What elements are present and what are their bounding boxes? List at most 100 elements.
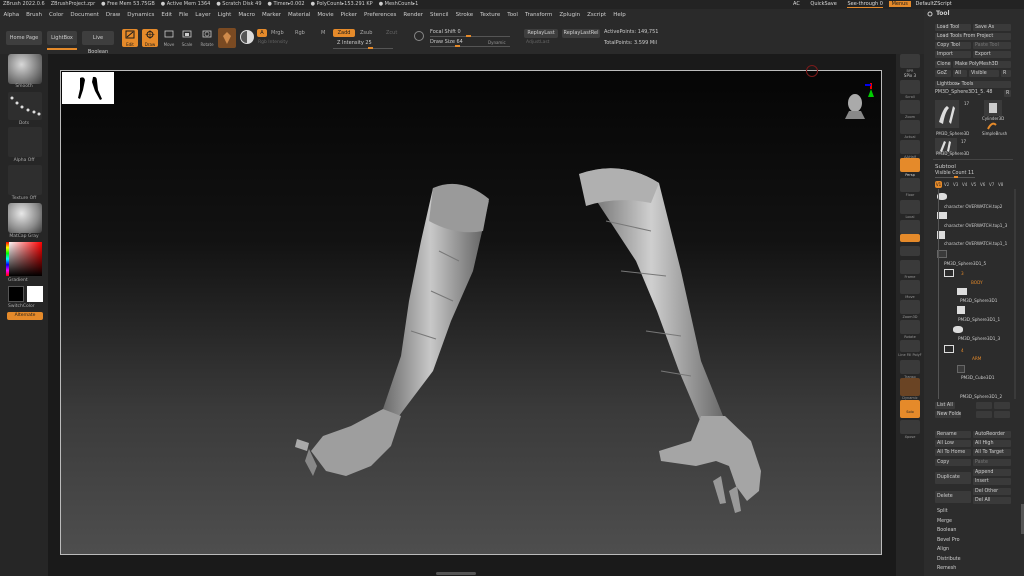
- menu-render[interactable]: Render: [400, 9, 427, 21]
- local-button[interactable]: [900, 200, 920, 214]
- draw-button[interactable]: Draw: [142, 29, 158, 47]
- rotate-button[interactable]: Rotate: [199, 29, 215, 47]
- merge-section[interactable]: Merge: [935, 518, 1011, 525]
- goz-button[interactable]: GoZ: [935, 70, 951, 77]
- bevel-pro-section[interactable]: Bevel Pro: [935, 537, 1011, 544]
- current-tool-slider[interactable]: PM3D_Sphere3D1_5. 48: [935, 90, 992, 95]
- all-high-button[interactable]: All High: [973, 440, 1011, 447]
- seethrough-slider[interactable]: See-through 0: [847, 1, 883, 8]
- align-section[interactable]: Align: [935, 546, 1011, 553]
- rotate-axis-button[interactable]: [900, 246, 920, 256]
- insert-button[interactable]: Insert: [973, 478, 1011, 485]
- menu-alpha[interactable]: Alpha: [0, 9, 23, 21]
- eye-button[interactable]: [994, 411, 1010, 418]
- move-button[interactable]: Move: [162, 29, 176, 47]
- lightbox-record-icon[interactable]: [806, 65, 818, 77]
- load-tools-from-project-button[interactable]: Load Tools From Project: [935, 33, 1011, 40]
- replay-last-rel-button[interactable]: ReplayLastRel: [562, 29, 600, 38]
- bpr-button[interactable]: [900, 54, 920, 68]
- all-to-target-button[interactable]: All To Target: [973, 449, 1011, 456]
- menu-material[interactable]: Material: [285, 9, 314, 21]
- paste-tool-button[interactable]: Paste Tool: [973, 42, 1011, 49]
- color-picker[interactable]: [8, 242, 42, 276]
- tool-thumb-cylinder[interactable]: [984, 100, 1002, 116]
- make-polymesh-button[interactable]: Make PolyMesh3D: [953, 61, 1011, 68]
- alpha-thumbnail[interactable]: [8, 127, 42, 157]
- save-as-button[interactable]: Save As: [973, 24, 1011, 31]
- brush-preview-button[interactable]: [218, 28, 236, 48]
- v7-button[interactable]: V7: [989, 182, 996, 187]
- del-other-button[interactable]: Del Other: [973, 488, 1011, 495]
- tool-thumb-1[interactable]: [935, 100, 959, 128]
- subtool-header[interactable]: Subtool: [935, 164, 956, 170]
- menu-help[interactable]: Help: [610, 9, 630, 21]
- v2-button[interactable]: V2: [944, 182, 951, 187]
- primary-color-swatch[interactable]: [27, 286, 43, 302]
- all-to-home-button[interactable]: All To Home: [935, 449, 971, 456]
- v4-button[interactable]: V4: [962, 182, 969, 187]
- del-all-button[interactable]: Del All: [973, 497, 1011, 504]
- menu-zscript[interactable]: Zscript: [584, 9, 610, 21]
- boolean-section[interactable]: Boolean: [935, 527, 1011, 534]
- menu-file[interactable]: File: [176, 9, 192, 21]
- menu-zplugin[interactable]: Zplugin: [556, 9, 584, 21]
- texture-thumbnail[interactable]: [8, 165, 42, 195]
- visible-button[interactable]: Visible: [969, 70, 999, 77]
- rgb-toggle[interactable]: Rgb: [295, 30, 305, 36]
- zsub-toggle[interactable]: Zsub: [360, 30, 372, 36]
- menu-marker[interactable]: Marker: [259, 9, 285, 21]
- scroll-button[interactable]: [900, 80, 920, 94]
- rename-button[interactable]: Rename: [935, 431, 971, 438]
- home-page-button[interactable]: Home Page: [6, 31, 42, 45]
- material-thumbnail[interactable]: [8, 203, 42, 233]
- menu-light[interactable]: Light: [214, 9, 235, 21]
- polyf-button[interactable]: [900, 340, 920, 352]
- clone-button[interactable]: Clone: [935, 61, 951, 68]
- all-button[interactable]: All: [953, 70, 967, 77]
- scale-button[interactable]: Scale: [180, 29, 194, 47]
- menu-macro[interactable]: Macro: [235, 9, 259, 21]
- new-folder-button[interactable]: New Folder: [935, 411, 961, 418]
- lsym-button[interactable]: [900, 220, 920, 234]
- xpose-button[interactable]: [900, 420, 920, 434]
- distribute-section[interactable]: Distribute: [935, 556, 1011, 563]
- menu-preferences[interactable]: Preferences: [361, 9, 400, 21]
- copy-button[interactable]: Copy: [935, 459, 971, 466]
- viewport-canvas[interactable]: [60, 65, 882, 555]
- zoom-button[interactable]: [900, 100, 920, 114]
- secondary-color-swatch[interactable]: [8, 286, 24, 302]
- default-zscript-button[interactable]: DefaultZScript: [916, 1, 952, 7]
- rgb-intensity-slider[interactable]: Rgb Intensity: [258, 40, 288, 45]
- lightbox-button[interactable]: LightBox: [47, 31, 77, 45]
- hue-strip[interactable]: [6, 242, 9, 276]
- import-button[interactable]: Import: [935, 51, 971, 58]
- menu-dynamics[interactable]: Dynamics: [124, 9, 158, 21]
- replay-last-button[interactable]: ReplayLast: [524, 29, 558, 38]
- a-button[interactable]: A: [257, 29, 267, 37]
- move-view-button[interactable]: [900, 280, 920, 294]
- duplicate-button[interactable]: Duplicate: [935, 472, 971, 484]
- menu-layer[interactable]: Layer: [192, 9, 214, 21]
- bottom-scroll-handle[interactable]: [436, 572, 476, 575]
- copy-tool-button[interactable]: Copy Tool: [935, 42, 971, 49]
- adjust-last-slider[interactable]: AdjustLast: [526, 40, 549, 45]
- r-tool-button[interactable]: R: [1004, 90, 1011, 97]
- subtool-scrollbar[interactable]: [1014, 189, 1016, 399]
- menu-document[interactable]: Document: [67, 9, 103, 21]
- menu-color[interactable]: Color: [46, 9, 67, 21]
- v6-button[interactable]: V6: [980, 182, 987, 187]
- export-button[interactable]: Export: [973, 51, 1011, 58]
- menu-transform[interactable]: Transform: [521, 9, 555, 21]
- move-down-button[interactable]: [994, 402, 1010, 409]
- alternate-button[interactable]: Alternate: [7, 312, 43, 320]
- lightbox-tools-button[interactable]: Lightbox▸ Tools: [935, 81, 1011, 88]
- dynamic-toggle[interactable]: Dynamic: [488, 40, 506, 45]
- v1-button[interactable]: V1: [935, 181, 942, 188]
- transp-button[interactable]: [900, 360, 920, 374]
- menu-edit[interactable]: Edit: [158, 9, 176, 21]
- menu-texture[interactable]: Texture: [477, 9, 504, 21]
- menu-stroke[interactable]: Stroke: [452, 9, 477, 21]
- load-tool-button[interactable]: Load Tool: [935, 24, 971, 31]
- edit-button[interactable]: Edit: [122, 29, 138, 47]
- v3-button[interactable]: V3: [953, 182, 960, 187]
